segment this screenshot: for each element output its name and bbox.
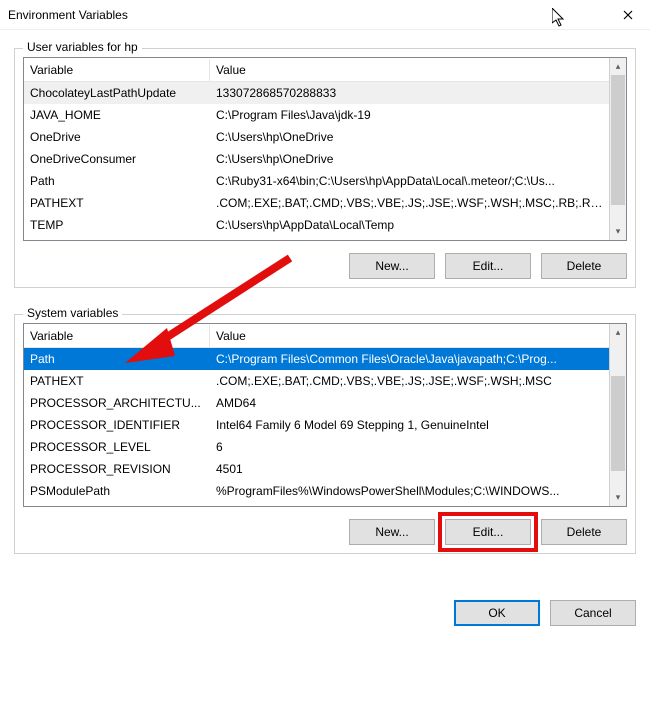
system-variables-list[interactable]: Variable Value PathC:\Program Files\Comm… [23, 323, 627, 507]
close-button[interactable] [605, 0, 650, 30]
user-delete-button[interactable]: Delete [541, 253, 627, 279]
variable-cell: ChocolateyLastPathUpdate [24, 83, 210, 103]
table-row[interactable]: ChocolateyLastPathUpdate1330728685702888… [24, 82, 609, 104]
variable-cell: PROCESSOR_IDENTIFIER [24, 415, 210, 435]
table-row[interactable]: JAVA_HOMEC:\Program Files\Java\jdk-19 [24, 104, 609, 126]
system-list-header: Variable Value [24, 324, 609, 348]
user-variables-group: User variables for hp Variable Value Cho… [14, 48, 636, 288]
variable-cell: PROCESSOR_LEVEL [24, 437, 210, 457]
variable-cell: OneDrive [24, 127, 210, 147]
table-row[interactable]: OneDriveConsumerC:\Users\hp\OneDrive [24, 148, 609, 170]
value-cell: C:\Program Files\Java\jdk-19 [210, 105, 609, 125]
value-cell: AMD64 [210, 393, 609, 413]
system-edit-button[interactable]: Edit... [445, 519, 531, 545]
column-header-value[interactable]: Value [210, 325, 609, 347]
scroll-up-icon[interactable]: ▴ [610, 58, 626, 75]
system-variables-group: System variables Variable Value PathC:\P… [14, 314, 636, 554]
variable-cell: OneDriveConsumer [24, 149, 210, 169]
column-header-variable[interactable]: Variable [24, 325, 210, 347]
value-cell: .COM;.EXE;.BAT;.CMD;.VBS;.VBE;.JS;.JSE;.… [210, 371, 609, 391]
table-row[interactable]: PSModulePath%ProgramFiles%\WindowsPowerS… [24, 480, 609, 502]
table-row[interactable]: PATHEXT.COM;.EXE;.BAT;.CMD;.VBS;.VBE;.JS… [24, 370, 609, 392]
user-variables-label: User variables for hp [23, 40, 142, 54]
table-row[interactable]: PROCESSOR_ARCHITECTU...AMD64 [24, 392, 609, 414]
variable-cell: PROCESSOR_ARCHITECTU... [24, 393, 210, 413]
user-variables-list[interactable]: Variable Value ChocolateyLastPathUpdate1… [23, 57, 627, 241]
value-cell: %ProgramFiles%\WindowsPowerShell\Modules… [210, 481, 609, 501]
value-cell: 6 [210, 437, 609, 457]
value-cell: C:\Program Files\Common Files\Oracle\Jav… [210, 349, 609, 369]
table-row[interactable]: OneDriveC:\Users\hp\OneDrive [24, 126, 609, 148]
column-header-variable[interactable]: Variable [24, 59, 210, 81]
value-cell: C:\Users\hp\OneDrive [210, 127, 609, 147]
table-row[interactable]: PATHEXT.COM;.EXE;.BAT;.CMD;.VBS;.VBE;.JS… [24, 192, 609, 214]
table-row[interactable]: PathC:\Ruby31-x64\bin;C:\Users\hp\AppDat… [24, 170, 609, 192]
user-new-button[interactable]: New... [349, 253, 435, 279]
variable-cell: PROCESSOR_REVISION [24, 459, 210, 479]
variable-cell: JAVA_HOME [24, 105, 210, 125]
variable-cell: Path [24, 349, 210, 369]
value-cell: Intel64 Family 6 Model 69 Stepping 1, Ge… [210, 415, 609, 435]
scroll-down-icon[interactable]: ▾ [610, 489, 626, 506]
user-buttons-row: New... Edit... Delete [23, 253, 627, 279]
value-cell: C:\Users\hp\OneDrive [210, 149, 609, 169]
variable-cell: PSModulePath [24, 481, 210, 501]
system-list-scrollbar[interactable]: ▴ ▾ [609, 324, 626, 506]
variable-cell: PATHEXT [24, 193, 210, 213]
dialog-footer: OK Cancel [0, 590, 650, 626]
table-row[interactable]: PROCESSOR_LEVEL6 [24, 436, 609, 458]
scroll-up-icon[interactable]: ▴ [610, 324, 626, 341]
user-list-scrollbar[interactable]: ▴ ▾ [609, 58, 626, 240]
column-header-value[interactable]: Value [210, 59, 609, 81]
value-cell: 133072868570288833 [210, 83, 609, 103]
table-row[interactable]: PROCESSOR_IDENTIFIERIntel64 Family 6 Mod… [24, 414, 609, 436]
window-title: Environment Variables [8, 8, 605, 22]
system-variables-label: System variables [23, 306, 122, 320]
value-cell: C:\Ruby31-x64\bin;C:\Users\hp\AppData\Lo… [210, 171, 609, 191]
value-cell: 4501 [210, 459, 609, 479]
value-cell: .COM;.EXE;.BAT;.CMD;.VBS;.VBE;.JS;.JSE;.… [210, 193, 609, 213]
system-buttons-row: New... Edit... Delete [23, 519, 627, 545]
table-row[interactable]: TEMPC:\Users\hp\AppData\Local\Temp [24, 214, 609, 236]
scroll-down-icon[interactable]: ▾ [610, 223, 626, 240]
table-row[interactable]: PROCESSOR_REVISION4501 [24, 458, 609, 480]
variable-cell: TEMP [24, 215, 210, 235]
value-cell: C:\Users\hp\AppData\Local\Temp [210, 215, 609, 235]
system-delete-button[interactable]: Delete [541, 519, 627, 545]
titlebar: Environment Variables [0, 0, 650, 30]
cancel-button[interactable]: Cancel [550, 600, 636, 626]
user-list-header: Variable Value [24, 58, 609, 82]
variable-cell: PATHEXT [24, 371, 210, 391]
table-row[interactable]: PathC:\Program Files\Common Files\Oracle… [24, 348, 609, 370]
ok-button[interactable]: OK [454, 600, 540, 626]
system-new-button[interactable]: New... [349, 519, 435, 545]
user-edit-button[interactable]: Edit... [445, 253, 531, 279]
variable-cell: Path [24, 171, 210, 191]
close-icon [623, 10, 633, 20]
